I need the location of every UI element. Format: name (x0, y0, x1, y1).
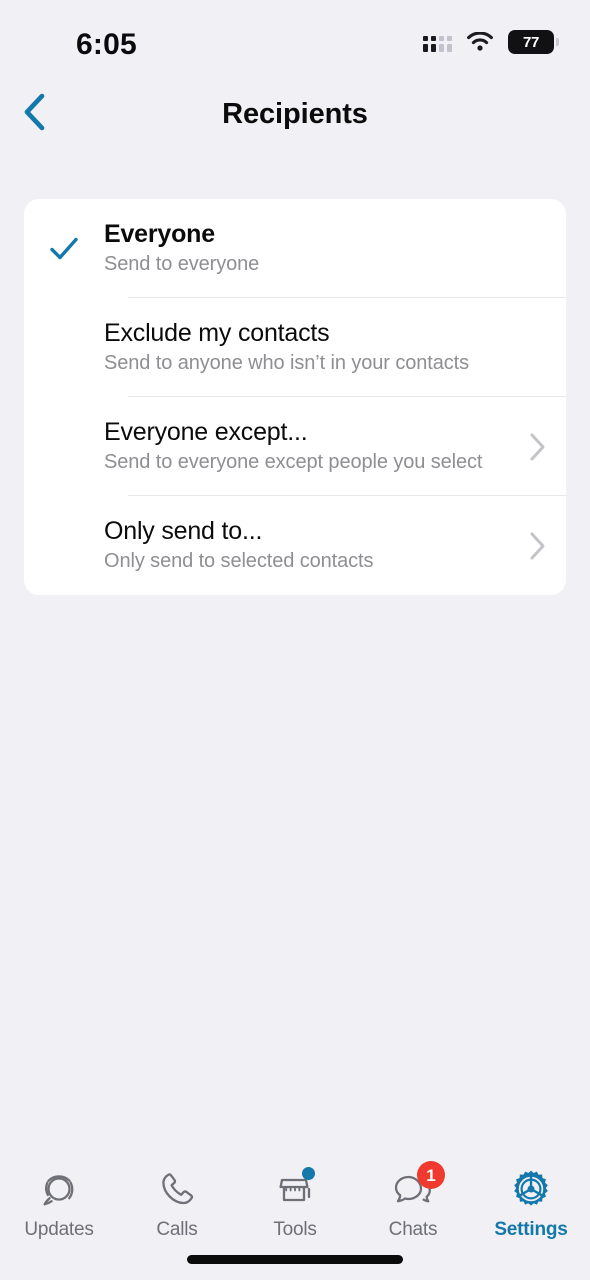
option-subtitle: Only send to selected contacts (104, 550, 374, 573)
option-text-group: Exclude my contacts Send to anyone who is… (104, 318, 510, 376)
check-slot-empty (24, 397, 104, 496)
option-subtitle: Send to anyone who isn’t in your contact… (104, 352, 470, 375)
tab-label: Settings (494, 1219, 568, 1240)
tab-tools[interactable]: Tools (236, 1166, 354, 1241)
tab-label: Updates (24, 1219, 94, 1240)
tab-label: Tools (273, 1219, 317, 1240)
home-indicator (187, 1255, 403, 1264)
recipients-options-card: Everyone Send to everyone Exclude my conta… (24, 199, 566, 595)
status-bar: 6:05 77 (0, 0, 590, 76)
tab-calls[interactable]: Calls (118, 1166, 236, 1241)
option-text-group: Everyone Send to everyone (104, 219, 510, 277)
tab-settings[interactable]: Settings (472, 1166, 590, 1241)
wifi-icon (466, 31, 494, 53)
option-subtitle: Send to everyone except people you selec… (104, 451, 483, 474)
tab-label: Calls (156, 1219, 198, 1240)
chevron-slot-empty (510, 298, 566, 397)
status-bar-indicators: 77 (423, 30, 564, 54)
check-slot-empty (24, 298, 104, 397)
option-title: Exclude my contacts (104, 318, 330, 347)
tab-chats[interactable]: 1 Chats (354, 1161, 472, 1241)
tab-label: Chats (388, 1219, 438, 1240)
option-everyone-except[interactable]: Everyone except... Send to everyone excep… (24, 397, 566, 496)
option-title: Only send to... (104, 516, 263, 545)
option-title: Everyone (104, 219, 215, 248)
status-bar-time: 6:05 (76, 28, 137, 61)
unread-badge: 1 (417, 1161, 445, 1189)
option-exclude-my-contacts[interactable]: Exclude my contacts Send to anyone who is… (24, 298, 566, 397)
tools-icon (272, 1166, 318, 1212)
option-text-group: Everyone except... Send to everyone excep… (104, 417, 510, 475)
option-text-group: Only send to... Only send to selected con… (104, 516, 510, 574)
battery-icon: 77 (508, 30, 564, 54)
settings-icon (508, 1166, 554, 1212)
chevron-slot-empty (510, 199, 566, 298)
calls-icon (154, 1166, 200, 1212)
option-only-send-to[interactable]: Only send to... Only send to selected con… (24, 496, 566, 595)
nav-bar: Recipients (0, 76, 590, 152)
battery-level-text: 77 (522, 33, 540, 51)
chats-icon: 1 (390, 1161, 445, 1212)
notification-dot (302, 1167, 315, 1180)
option-everyone[interactable]: Everyone Send to everyone (24, 199, 566, 298)
option-title: Everyone except... (104, 417, 308, 446)
option-subtitle: Send to everyone (104, 253, 260, 276)
chevron-right-icon (510, 496, 566, 595)
cellular-signal-icon (423, 33, 452, 52)
tab-updates[interactable]: Updates (0, 1166, 118, 1241)
updates-icon (36, 1166, 82, 1212)
check-slot-empty (24, 496, 104, 595)
chevron-right-icon (510, 397, 566, 496)
check-icon (24, 199, 104, 298)
phone-screen: 6:05 77 Recipients Everyone Send to ever… (0, 0, 590, 1280)
page-title: Recipients (222, 97, 368, 130)
